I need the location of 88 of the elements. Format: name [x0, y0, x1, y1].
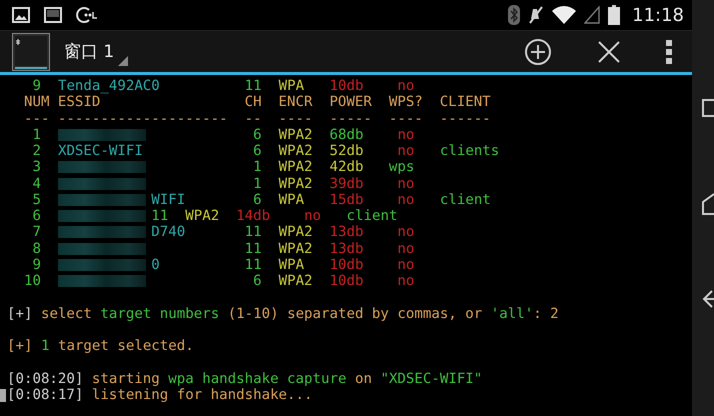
dropdown-corner-icon	[118, 56, 128, 66]
terminal-text: target numbers	[100, 306, 220, 322]
terminal-text: client	[440, 192, 491, 208]
signal-icon	[584, 6, 600, 24]
terminal-text: 15db no	[330, 192, 414, 208]
terminal-text: WPA2	[278, 176, 313, 192]
terminal-text: 6	[253, 273, 262, 289]
terminal-text: target selected.	[58, 338, 194, 354]
terminal-text: 5	[32, 192, 41, 208]
close-icon[interactable]	[598, 40, 620, 62]
terminal-text: [0:08:20]	[7, 370, 84, 386]
picture-icon	[12, 7, 30, 23]
home-icon[interactable]	[700, 192, 714, 216]
terminal-text: no	[397, 126, 414, 143]
terminal-text: (1-10) separated by commas, or	[228, 306, 482, 322]
terminal-text: WPA	[278, 78, 304, 94]
terminal-text: wpa handshake capture	[168, 370, 346, 386]
terminal-text: 68db	[330, 126, 364, 143]
terminal-text: 6	[32, 208, 41, 224]
terminal-text: WPA2 52db	[278, 143, 364, 159]
terminal-text: [0:08:17]	[7, 386, 84, 403]
terminal-text: 8	[32, 240, 41, 256]
terminal-icon	[44, 7, 62, 23]
terminal-text: 10db no	[330, 273, 414, 289]
terminal-text: 11	[244, 256, 262, 273]
menu-icon[interactable]	[666, 40, 672, 64]
terminal-text: 7	[32, 224, 41, 240]
muted-icon	[528, 5, 544, 25]
terminal-text: "XDSEC-WIFI"	[380, 370, 482, 386]
terminal-text: WPA2	[185, 208, 220, 224]
terminal-text: client	[346, 208, 398, 224]
terminal-text: [+]	[7, 338, 32, 354]
terminal-text: D740	[151, 224, 186, 240]
battery-icon	[608, 5, 620, 25]
link-icon	[76, 6, 98, 24]
terminal-text: 14db no	[236, 208, 322, 224]
back-icon[interactable]	[700, 289, 714, 310]
terminal-text: WIFI	[151, 192, 186, 208]
wifi-icon	[552, 6, 576, 24]
window-dropdown[interactable]: 窗口 1	[60, 34, 128, 70]
terminal-text: NUM ESSID CH ENCR POWER WPS? CLIENT	[24, 94, 491, 110]
terminal-text: 10db no	[330, 78, 414, 94]
terminal-text: --- -------------------- -- ---- ----- ---- ------	[24, 110, 491, 126]
terminal-text: 13db no	[330, 224, 414, 240]
terminal-text: XDSEC-WIFI	[58, 143, 143, 159]
terminal-text: 1	[253, 159, 262, 176]
terminal-text: clients	[440, 143, 500, 159]
terminal-text: wps	[388, 159, 414, 176]
terminal-text: starting	[92, 370, 160, 386]
terminal-text: Tenda_492AC0	[58, 78, 160, 94]
bluetooth-icon	[508, 5, 520, 25]
terminal-text: 9	[32, 78, 41, 94]
terminal-text: 6	[253, 143, 262, 159]
terminal-text: WPA2	[278, 273, 313, 289]
terminal-text: listening for handshake...	[92, 386, 312, 403]
terminal-text: 11	[151, 208, 168, 224]
clock-time: 11:18	[632, 4, 684, 26]
terminal-text: 39db no	[330, 176, 414, 192]
terminal-text: 3	[32, 159, 41, 176]
terminal-text: WPA2	[278, 224, 313, 240]
terminal-text: 11	[244, 78, 262, 94]
terminal-text: 11	[244, 224, 262, 240]
terminal-text: 'all'	[490, 306, 534, 322]
terminal-text: 2	[32, 143, 41, 159]
terminal-text: 10	[24, 273, 41, 289]
terminal-text: 9	[32, 256, 41, 273]
terminal-text: WPA	[278, 192, 304, 208]
terminal-text: 1	[253, 176, 262, 192]
terminal-text: 6	[253, 126, 262, 143]
terminal-text: 6	[253, 192, 262, 208]
terminal-text: WPA2	[278, 126, 313, 143]
terminal-text: 13db no	[330, 240, 414, 256]
terminal-text: [+]	[7, 306, 32, 322]
terminal-text: : 2	[533, 306, 559, 322]
terminal-text: select	[40, 306, 92, 322]
terminal-text: 4	[32, 176, 41, 192]
add-icon[interactable]	[524, 38, 552, 66]
terminal-text: no	[397, 143, 414, 159]
terminal-text: 10db no	[330, 256, 414, 273]
terminal-text: 1	[40, 338, 50, 354]
terminal-text: on	[354, 370, 372, 386]
terminal-text: 11	[244, 240, 262, 256]
terminal-text: WPA	[278, 256, 304, 273]
terminal-text: WPA2 42db	[278, 159, 364, 176]
terminal-text: WPA2	[278, 240, 313, 256]
terminal-text: 1	[32, 126, 41, 143]
terminal-text: 0	[151, 256, 160, 273]
recents-icon[interactable]	[700, 96, 714, 119]
